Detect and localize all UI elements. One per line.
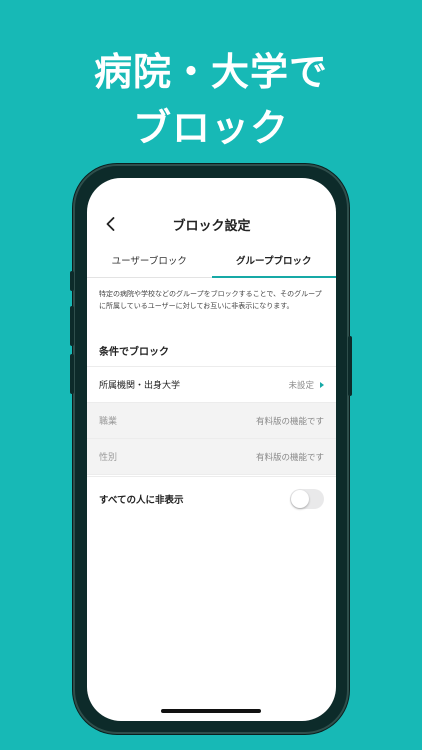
hide-from-everyone-toggle[interactable] <box>290 488 324 509</box>
row-affiliation[interactable]: 所属機関・出身大学 未設定 <box>87 366 336 402</box>
row-value: 有料版の機能です <box>255 416 324 427</box>
row-value: 有料版の機能です <box>255 452 324 463</box>
row-value-text: 未設定 <box>288 380 314 391</box>
description-text: 特定の病院や学校などのグループをブロックすることで、そのグループに所属しているユ… <box>99 290 322 310</box>
section-title: 条件でブロック <box>99 347 169 358</box>
row-occupation: 職業 有料版の機能です <box>87 402 336 438</box>
home-indicator <box>161 709 261 713</box>
promo-headline: 病院・大学で ブロック <box>0 44 422 156</box>
row-label: 性別 <box>99 453 118 463</box>
navigation-bar: ブロック設定 <box>87 210 336 240</box>
headline-line-2: ブロック <box>132 106 289 150</box>
volume-up-button <box>70 306 74 346</box>
volume-down-button <box>70 354 74 394</box>
tab-user-block[interactable]: ユーザーブロック <box>87 250 212 277</box>
toggle-label: すべての人に非表示 <box>99 494 184 506</box>
toggle-knob <box>291 489 309 508</box>
row-label: 職業 <box>99 417 118 427</box>
caret-right-icon <box>320 381 324 388</box>
row-value: 未設定 <box>288 379 324 391</box>
row-gender: 性別 有料版の機能です <box>87 438 336 475</box>
tab-bar: ユーザーブロック グループブロック <box>87 250 336 278</box>
tab-group-block[interactable]: グループブロック <box>211 250 337 278</box>
headline-line-1: 病院・大学で <box>93 50 328 94</box>
row-label: 所属機関・出身大学 <box>99 381 181 391</box>
hide-from-everyone-row: すべての人に非表示 <box>87 476 336 520</box>
mute-switch <box>70 271 74 291</box>
power-button <box>348 336 352 396</box>
phone-frame: ブロック設定 ユーザーブロック グループブロック 特定の病院や学校などのグループ… <box>70 164 352 734</box>
phone-screen: ブロック設定 ユーザーブロック グループブロック 特定の病院や学校などのグループ… <box>87 178 336 721</box>
page-title: ブロック設定 <box>172 219 251 234</box>
